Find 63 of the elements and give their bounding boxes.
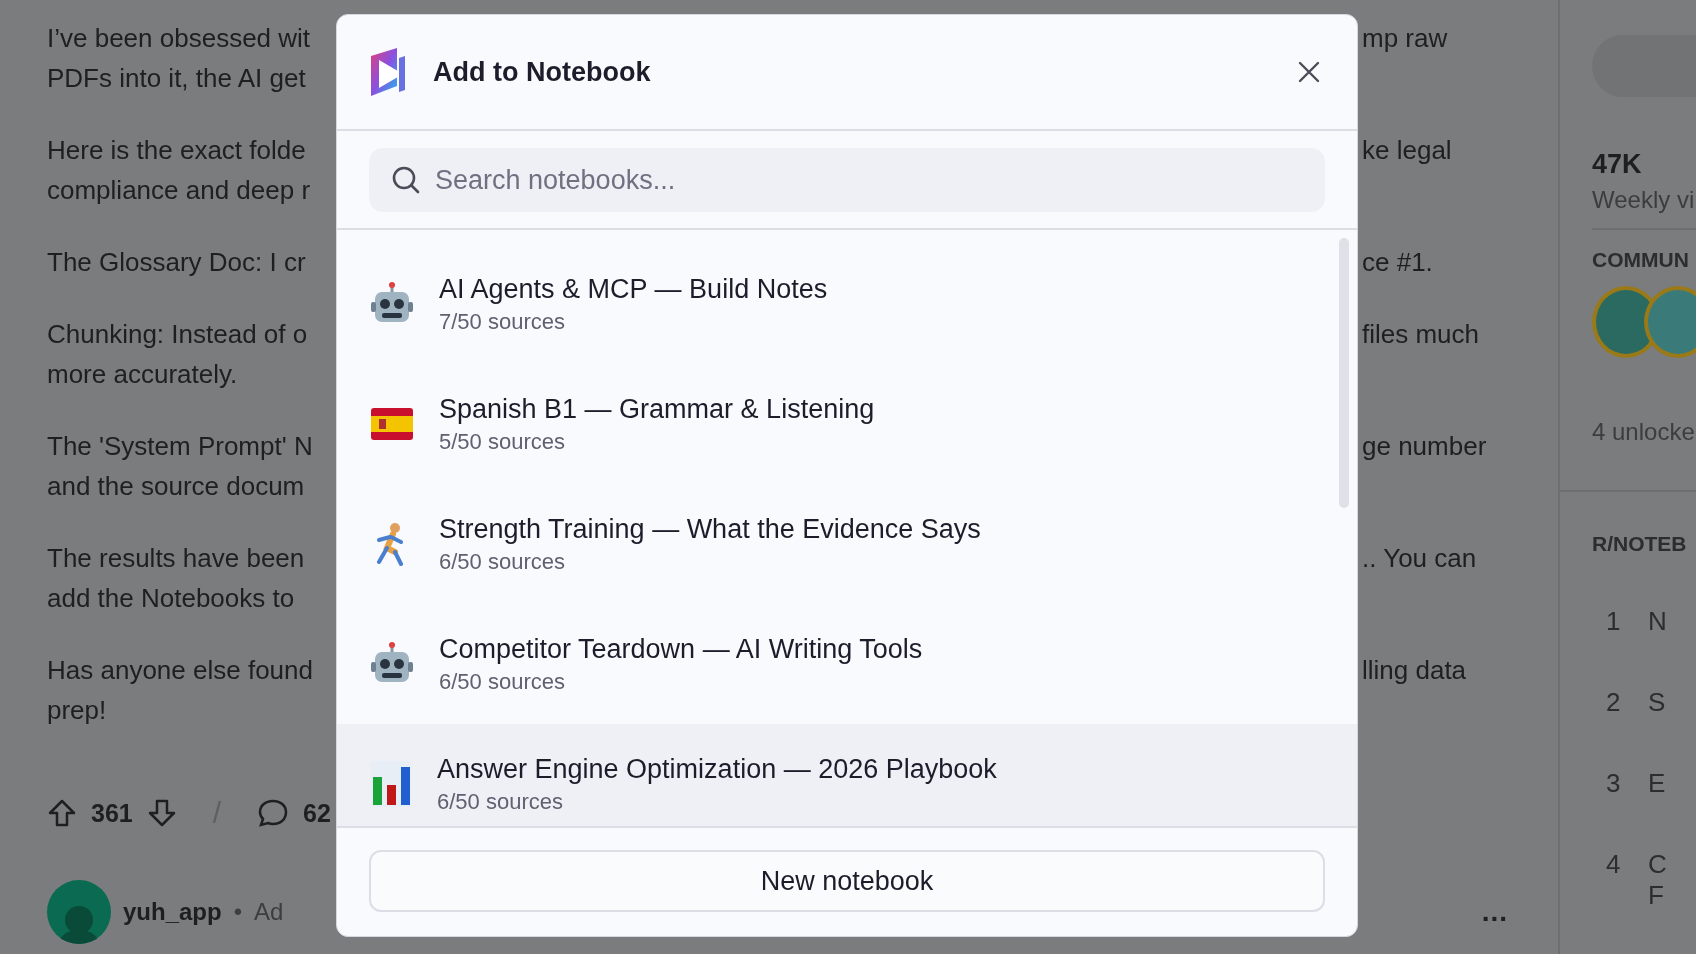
- post-text: ke legal: [1362, 134, 1452, 166]
- search-field[interactable]: Search notebooks...: [369, 148, 1325, 212]
- post-text: I’ve been obsessed wit: [47, 22, 311, 54]
- post-text: lling data: [1362, 654, 1467, 686]
- post-text: The results have been: [47, 542, 305, 574]
- post-text: prep!: [47, 694, 107, 726]
- source-count: 7/50 sources: [439, 308, 566, 335]
- section-heading: R/NOTEB: [1592, 532, 1688, 556]
- post-text: mp raw: [1362, 22, 1448, 54]
- notebook-name: AI Agents & MCP — Build Notes: [439, 273, 828, 305]
- post-text: compliance and deep r: [47, 174, 311, 206]
- logo-icon: [369, 48, 407, 96]
- rank-number: 4: [1605, 849, 1622, 881]
- notebook-item[interactable]: Spanish B1 — Grammar & Listening 5/50 sources: [337, 364, 1335, 484]
- post-text: .. You can: [1362, 542, 1477, 574]
- post-text: ce #1.: [1362, 246, 1433, 278]
- post-text: Chunking: Instead of o: [47, 318, 308, 350]
- notebook-name: Competitor Teardown — AI Writing Tools: [439, 633, 923, 665]
- stat-label: Weekly vi: [1592, 186, 1696, 214]
- dialog-title: Add to Notebook: [433, 56, 651, 88]
- source-count: 6/50 sources: [439, 548, 566, 575]
- dot-separator: •: [233, 898, 243, 926]
- section-heading: COMMUN: [1592, 248, 1690, 272]
- source-count: 6/50 sources: [437, 788, 564, 815]
- post-text: ge number: [1362, 430, 1487, 462]
- vote-count: 361: [91, 798, 133, 828]
- notebook-item[interactable]: Answer Engine Optimization — 2026 Playbook 6/50 sources: [337, 724, 1357, 826]
- stat-value: 47K: [1592, 149, 1643, 180]
- post-text: The 'System Prompt' N: [47, 430, 313, 462]
- new-notebook-button[interactable]: New notebook: [369, 850, 1325, 912]
- ad-label: Ad: [254, 898, 284, 926]
- post-text: Has anyone else found: [47, 654, 313, 686]
- comment-count: 62: [303, 798, 331, 828]
- post-text: The Glossary Doc: I cr: [47, 246, 306, 278]
- source-count: 5/50 sources: [439, 428, 566, 455]
- achievement-badge: [1644, 286, 1696, 358]
- rank-number: 2: [1605, 687, 1622, 718]
- post-text: Here is the exact folde: [47, 134, 306, 166]
- post-text: more accurately.: [47, 358, 238, 390]
- downvote-icon[interactable]: [146, 798, 177, 828]
- source-count: 6/50 sources: [439, 668, 566, 695]
- notebook-item[interactable]: Strength Training — What the Evidence Says 6/50 sources: [337, 484, 1335, 604]
- bar-chart-icon: [371, 761, 411, 807]
- username[interactable]: yuh_app: [123, 898, 222, 926]
- unlocked-text: 4 unlocke: [1592, 418, 1696, 446]
- separator: /: [212, 796, 222, 830]
- rank-number: 3: [1605, 768, 1622, 799]
- notebook-name: Answer Engine Optimization — 2026 Playbook: [437, 753, 997, 785]
- comment-icon[interactable]: [257, 798, 290, 828]
- post-text: and the source docum: [47, 470, 305, 502]
- notebook-name: Spanish B1 — Grammar & Listening: [439, 393, 875, 425]
- notebook-item[interactable]: Competitor Teardown — AI Writing Tools 6/50 sources: [337, 604, 1335, 724]
- flag-icon: [371, 408, 413, 440]
- upvote-icon[interactable]: [47, 798, 77, 828]
- notebook-item[interactable]: AI Agents & MCP — Build Notes 7/50 sources: [337, 244, 1335, 364]
- post-text: files much: [1362, 318, 1480, 350]
- search-icon: [391, 165, 421, 195]
- post-text: PDFs into it, the AI get: [47, 62, 306, 94]
- more-options[interactable]: ...: [1481, 896, 1508, 928]
- notebook-name: Strength Training — What the Evidence Says: [439, 513, 981, 545]
- post-text: add the Notebooks to: [47, 582, 295, 614]
- scrollbar[interactable]: [1339, 238, 1349, 508]
- rank-number: 1: [1605, 606, 1622, 637]
